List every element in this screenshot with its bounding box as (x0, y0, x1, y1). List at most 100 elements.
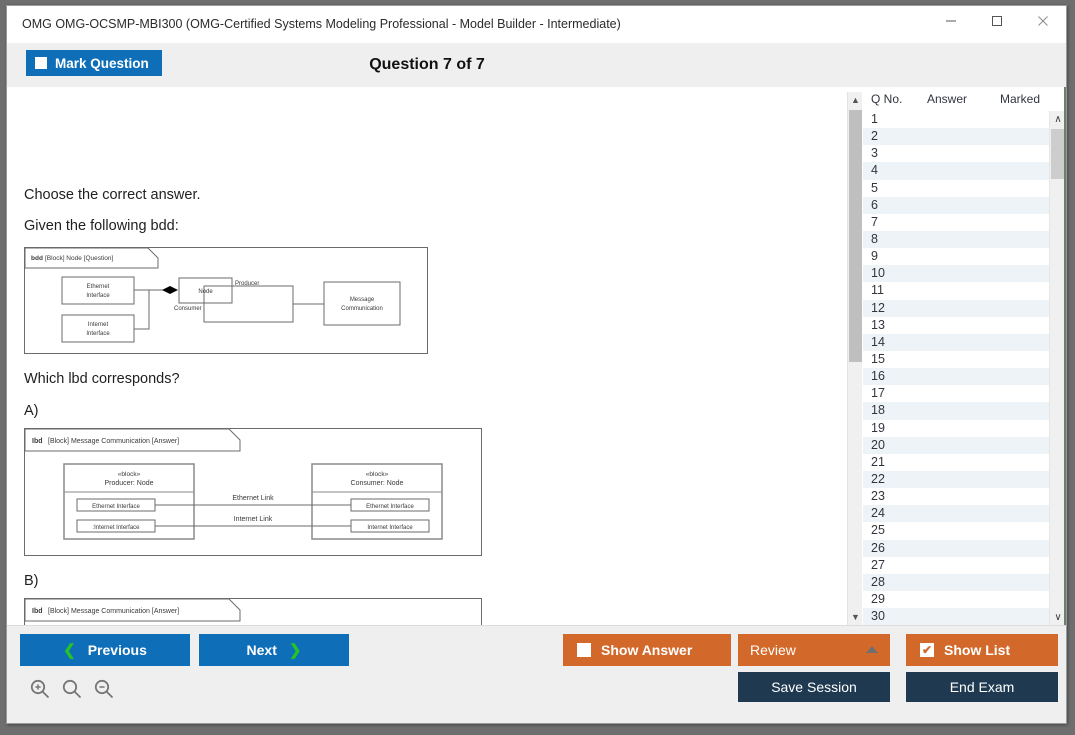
question-list-row[interactable]: 28 (863, 574, 1049, 591)
option-b-ibd-diagram[interactable]: Ibd [Block] Message Communication [Answe… (24, 598, 482, 625)
row-question-number: 25 (871, 523, 885, 537)
question-list-row[interactable]: 6 (863, 197, 1049, 214)
close-button[interactable] (1020, 6, 1066, 36)
question-list-row[interactable]: 9 (863, 248, 1049, 265)
question-list-row[interactable]: 14 (863, 334, 1049, 351)
bdd-role-consumer: Consumer (174, 306, 202, 312)
zoom-controls (29, 678, 115, 700)
row-question-number: 29 (871, 592, 885, 606)
column-header-marked: Marked (1000, 92, 1040, 106)
bdd-role-producer: Producer (235, 281, 259, 287)
question-list-row[interactable]: 5 (863, 180, 1049, 197)
zoom-reset-icon[interactable] (61, 678, 83, 700)
option-a-connector-label-ethernet: Ethernet Link (232, 495, 274, 502)
question-list-row[interactable]: 18 (863, 402, 1049, 419)
row-question-number: 12 (871, 301, 885, 315)
end-exam-button[interactable]: End Exam (906, 672, 1058, 702)
mark-question-button[interactable]: Mark Question (26, 50, 162, 76)
option-a-right-stereotype: «block» (366, 471, 389, 478)
window-title: OMG OMG-OCSMP-MBI300 (OMG-Certified Syst… (22, 17, 621, 31)
option-a-connector-label-internet: Internet Link (234, 516, 273, 523)
column-header-answer: Answer (927, 92, 967, 106)
question-list-row[interactable]: 20 (863, 437, 1049, 454)
review-dropdown[interactable]: Review (738, 634, 890, 666)
row-question-number: 17 (871, 386, 885, 400)
row-question-number: 10 (871, 266, 885, 280)
next-button[interactable]: Next ❯ (199, 634, 349, 666)
question-list-row[interactable]: 16 (863, 368, 1049, 385)
option-a-port-right-internet: Internet Interface (367, 525, 413, 531)
row-question-number: 19 (871, 421, 885, 435)
show-answer-button[interactable]: Show Answer (563, 634, 731, 666)
question-list-rows[interactable]: 1234567891011121314151617181920212223242… (863, 111, 1049, 625)
question-list-row[interactable]: 17 (863, 385, 1049, 402)
scroll-down-icon[interactable]: ▼ (848, 609, 863, 625)
question-instruction: Choose the correct answer. (24, 187, 201, 203)
show-answer-checkbox-icon[interactable] (577, 643, 591, 657)
mark-question-checkbox-icon[interactable] (35, 57, 47, 69)
maximize-icon (991, 15, 1003, 27)
question-list-row[interactable]: 10 (863, 265, 1049, 282)
question-list-row[interactable]: 26 (863, 540, 1049, 557)
question-list-row[interactable]: 1 (863, 111, 1049, 128)
row-question-number: 14 (871, 335, 885, 349)
exam-application-window: OMG OMG-OCSMP-MBI300 (OMG-Certified Syst… (6, 5, 1067, 724)
show-list-button[interactable]: ✔ Show List (906, 634, 1058, 666)
maximize-button[interactable] (974, 6, 1020, 36)
question-list-row[interactable]: 21 (863, 454, 1049, 471)
question-list-row[interactable]: 29 (863, 591, 1049, 608)
end-exam-label: End Exam (950, 679, 1015, 695)
row-question-number: 28 (871, 575, 885, 589)
save-session-button[interactable]: Save Session (738, 672, 890, 702)
minimize-button[interactable] (928, 6, 974, 36)
bdd-block-ethernet-line1: Ethernet (87, 284, 110, 290)
question-list-row[interactable]: 19 (863, 420, 1049, 437)
question-list-row[interactable]: 13 (863, 317, 1049, 334)
option-a-label: A) (24, 403, 39, 419)
question-list-row[interactable]: 24 (863, 505, 1049, 522)
option-a-ibd-diagram[interactable]: Ibd [Block] Message Communication [Answe… (24, 428, 482, 556)
question-list-row[interactable]: 3 (863, 145, 1049, 162)
question-list-row[interactable]: 25 (863, 522, 1049, 539)
question-list-panel: Q No. Answer Marked 12345678910111213141… (863, 87, 1066, 625)
bdd-block-msgcomm-line1: Message (350, 297, 375, 303)
zoom-in-icon[interactable] (29, 678, 51, 700)
chevron-left-icon: ❮ (63, 641, 76, 659)
question-list-row[interactable]: 15 (863, 351, 1049, 368)
bdd-frame-title: [Block] Node [Question] (45, 255, 113, 262)
question-list-row[interactable]: 8 (863, 231, 1049, 248)
content-vertical-scrollbar[interactable]: ▲ ▼ (847, 92, 862, 625)
question-list-row[interactable]: 4 (863, 162, 1049, 179)
question-list-row[interactable]: 30 (863, 608, 1049, 625)
option-b-label: B) (24, 573, 39, 589)
previous-button[interactable]: ❮ Previous (20, 634, 190, 666)
row-question-number: 7 (871, 215, 878, 229)
question-list-row[interactable]: 11 (863, 282, 1049, 299)
question-list-row[interactable]: 22 (863, 471, 1049, 488)
question-sub-prompt: Which lbd corresponds? (24, 371, 180, 387)
row-question-number: 6 (871, 198, 878, 212)
scroll-up-icon[interactable]: ▲ (848, 92, 863, 108)
option-a-frame-kind: Ibd (32, 438, 43, 445)
zoom-out-icon[interactable] (93, 678, 115, 700)
bdd-frame-kind: bdd (31, 255, 43, 262)
question-list-row[interactable]: 27 (863, 557, 1049, 574)
show-answer-label: Show Answer (601, 642, 692, 658)
row-question-number: 30 (871, 609, 885, 623)
question-list-row[interactable]: 23 (863, 488, 1049, 505)
save-session-label: Save Session (771, 679, 857, 695)
option-a-port-right-ethernet: Ethernet Interface (366, 504, 414, 510)
option-a-left-part-name: Producer: Node (104, 480, 153, 487)
show-list-checkbox-icon[interactable]: ✔ (920, 643, 934, 657)
question-list-row[interactable]: 7 (863, 214, 1049, 231)
option-a-port-left-ethernet: Ethernet Interface (92, 504, 140, 510)
question-list-row[interactable]: 2 (863, 128, 1049, 145)
close-icon (1037, 15, 1049, 27)
bdd-question-diagram: bdd [Block] Node [Question] Ethernet Int… (24, 247, 428, 354)
list-scrollbar-thumb[interactable] (1051, 129, 1065, 179)
row-question-number: 5 (871, 181, 878, 195)
content-scrollbar-thumb[interactable] (849, 110, 862, 362)
question-list-row[interactable]: 12 (863, 300, 1049, 317)
option-a-frame-title: [Block] Message Communication [Answer] (48, 438, 179, 445)
row-question-number: 24 (871, 506, 885, 520)
